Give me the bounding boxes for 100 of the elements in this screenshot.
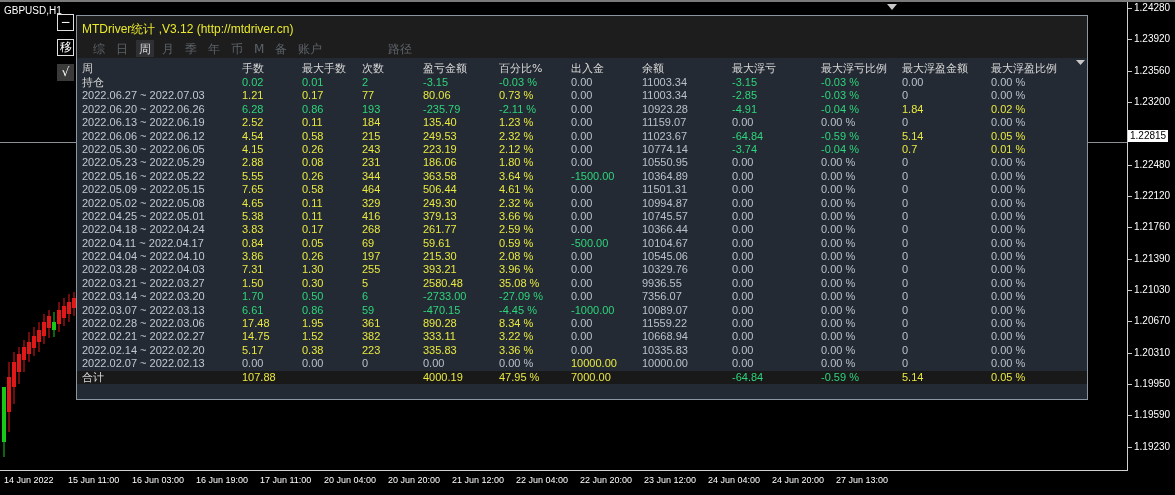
table-cell-text: 2022.04.04 ~ 2022.04.10	[82, 250, 206, 264]
table-cell-text: 0	[902, 317, 910, 331]
table-cell-text: 0.86	[302, 102, 325, 117]
table-cell-text: 7.65	[242, 183, 265, 197]
table-cell-text: 1.50	[242, 276, 265, 291]
table-cell-text: 0.59 %	[499, 236, 535, 251]
table-cell-text: 231	[362, 156, 382, 170]
table-cell-text: 0.58	[302, 129, 325, 143]
table-cell-text: 69	[362, 236, 376, 251]
table-cell-text: 0.11	[302, 209, 324, 224]
table-cell-text: 0.00	[732, 116, 755, 130]
table-cell-text: 0.00 %	[821, 116, 857, 130]
tab[interactable]: 综	[90, 40, 108, 57]
table-cell-text: 3.36 %	[499, 343, 535, 358]
table-cell-text: 0.00	[902, 76, 925, 90]
table-cell-text: 2022.03.14 ~ 2022.03.20	[82, 290, 206, 304]
table-cell-text: 1.80 %	[499, 156, 535, 170]
table-cell-text: 363.58	[423, 169, 458, 184]
table-cell-text: 5.17	[242, 343, 265, 358]
table-cell-text: 0.00	[732, 263, 755, 277]
table-cell-text: 0.00	[732, 303, 755, 318]
table-cell-text: 10923.28	[642, 102, 689, 117]
table-cell-text: 416	[362, 209, 382, 224]
table-cell-text: 2022.06.27 ~ 2022.07.03	[82, 89, 206, 103]
table-cell-text: -3.74	[732, 142, 759, 157]
panel-button[interactable]: −	[57, 14, 74, 31]
table-cell-text: 223.19	[423, 142, 458, 157]
table-cell-text: -0.03 %	[821, 89, 860, 103]
table-cell-text: 10000.00	[571, 357, 618, 371]
table-cell-text: 3.96 %	[499, 263, 535, 277]
table-cell-text: 3.66 %	[499, 209, 535, 224]
table-cell-text: 0.00 %	[821, 290, 857, 304]
panel-button[interactable]: √	[57, 64, 74, 81]
price-label: 1.21760	[1134, 221, 1171, 234]
table-cell-text: 0.00	[571, 276, 594, 291]
table-cell-text: 0.00 %	[821, 317, 857, 331]
table-cell-text: 2022.06.13 ~ 2022.06.19	[82, 116, 206, 130]
table-cell-text: 3.22 %	[499, 330, 535, 344]
panel-button[interactable]: 移	[57, 39, 74, 56]
table-cell-text: 0	[902, 89, 910, 103]
table-cell-text: 0	[902, 183, 910, 197]
table-cell-text: 0.00	[242, 357, 265, 371]
table-cell-text: 335.83	[423, 343, 458, 358]
column-header: 盈亏金额	[423, 62, 468, 76]
table-cell-text: 80.06	[423, 89, 452, 103]
table-cell-text: 11559.22	[642, 317, 689, 331]
table-cell-text: 0	[902, 343, 910, 358]
table-cell-text: 3.64 %	[499, 169, 535, 184]
table-cell-text: 0.00	[732, 183, 755, 197]
table-cell-text: 0.00 %	[821, 357, 857, 371]
table-cell-text: 393.21	[423, 263, 458, 277]
table-cell-text: 1.30	[302, 263, 325, 277]
path-button[interactable]: 路径	[385, 40, 416, 57]
column-header: 次数	[362, 62, 385, 76]
table-cell-text: 0.00 %	[821, 169, 857, 184]
table-cell-text: -0.04 %	[821, 102, 860, 117]
tab[interactable]: 币	[228, 40, 246, 57]
table-cell-text: 1.21	[242, 89, 265, 103]
tab[interactable]: 周	[136, 40, 154, 57]
symbol-label: GBPUSD,H1	[4, 5, 62, 16]
table-cell-text: 2.32 %	[499, 129, 535, 143]
table-cell-text: 4.61 %	[499, 183, 535, 197]
price-label: 1.20670	[1134, 315, 1171, 328]
price-label: 1.20310	[1134, 346, 1171, 359]
table-cell-text: 0.00	[732, 236, 755, 251]
table-cell-text: 2.32 %	[499, 196, 535, 210]
table-cell-text: 0.00 %	[991, 183, 1027, 197]
table-cell-text: 0.00 %	[991, 276, 1027, 291]
table-cell-text: 0.00 %	[991, 209, 1027, 224]
table-cell-text: 135.40	[423, 116, 458, 130]
tab[interactable]: 备	[272, 40, 291, 57]
table-cell-text: 10335.83	[642, 343, 689, 358]
table-cell-text: 0.02	[242, 76, 265, 90]
tab[interactable]: M	[251, 40, 268, 57]
table-cell-text: 2	[362, 76, 370, 90]
table-cell-text: 59	[362, 303, 376, 318]
table-cell-text: 255	[362, 263, 382, 277]
table-cell-text: 361	[362, 317, 382, 331]
table-cell-text: 3.83	[242, 223, 265, 237]
tab[interactable]: 账户	[295, 40, 326, 57]
table-cell-text: 6.28	[242, 102, 265, 117]
time-label: 23 Jun 12:00	[644, 475, 698, 485]
tab[interactable]: 月	[159, 40, 177, 57]
table-cell-text: 1.23 %	[499, 116, 535, 130]
tab[interactable]: 年	[205, 40, 223, 57]
table-cell-text: 4000.19	[423, 370, 464, 384]
table-cell-text: 2022.02.21 ~ 2022.02.27	[82, 330, 206, 344]
tab[interactable]: 日	[113, 40, 131, 57]
time-label: 20 Jun 20:00	[388, 475, 442, 485]
column-header: 余额	[642, 62, 665, 76]
table-cell-text: 0	[902, 263, 910, 277]
tab[interactable]: 季	[182, 40, 200, 57]
table-cell-text: 11003.34	[642, 89, 689, 103]
column-header: 百分比%	[499, 62, 544, 76]
table-cell-text: 506.44	[423, 183, 458, 197]
table-cell-text: 2022.05.09 ~ 2022.05.15	[82, 183, 206, 197]
table-cell-text: -1500.00	[571, 169, 616, 184]
time-label: 16 Jun 19:00	[196, 475, 250, 485]
table-cell-text: 1.52	[302, 330, 325, 344]
time-label: 14 Jun 2022	[4, 475, 55, 485]
